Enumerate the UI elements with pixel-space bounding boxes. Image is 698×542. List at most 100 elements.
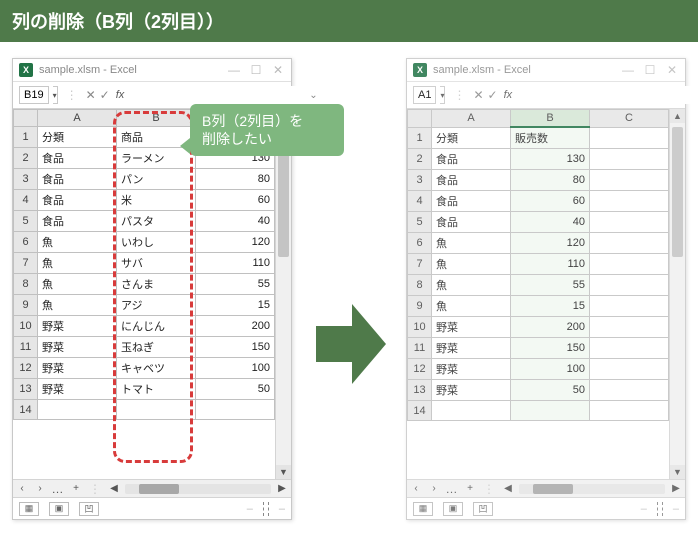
select-all-corner[interactable] (14, 110, 38, 127)
row-header[interactable]: 14 (408, 401, 432, 421)
hscroll-right-button[interactable]: ▶ (667, 483, 685, 494)
cell[interactable]: パスタ (117, 211, 196, 232)
cell[interactable]: 40 (196, 211, 275, 232)
cell[interactable]: 魚 (432, 296, 511, 317)
cell[interactable]: 200 (511, 317, 590, 338)
cell[interactable] (590, 380, 669, 401)
window-close-button[interactable]: ✕ (665, 63, 679, 77)
hscroll-left-button[interactable]: ◀ (499, 483, 517, 494)
cell[interactable]: アジ (117, 295, 196, 316)
tab-scroll-right-button[interactable]: › (31, 483, 49, 494)
row-header[interactable]: 9 (14, 295, 38, 316)
cell[interactable]: いわし (117, 232, 196, 253)
horizontal-scrollbar[interactable] (125, 484, 271, 494)
tab-list-menu-button[interactable]: … (443, 482, 461, 496)
cell[interactable]: 魚 (38, 253, 117, 274)
page-break-view-button[interactable]: 凹 (473, 502, 493, 516)
cell[interactable]: パン (117, 169, 196, 190)
cell[interactable]: 米 (117, 190, 196, 211)
hscroll-left-button[interactable]: ◀ (105, 483, 123, 494)
row-header[interactable]: 13 (408, 380, 432, 401)
cell[interactable]: 野菜 (38, 337, 117, 358)
cell[interactable]: 野菜 (432, 380, 511, 401)
cell[interactable]: 野菜 (38, 379, 117, 400)
cell[interactable] (590, 317, 669, 338)
row-header[interactable]: 2 (14, 148, 38, 169)
cell[interactable]: にんじん (117, 316, 196, 337)
row-header[interactable]: 1 (14, 127, 38, 148)
hscroll-thumb[interactable] (139, 484, 179, 494)
column-header-b[interactable]: B (511, 110, 590, 128)
spreadsheet-grid-before[interactable]: A B C 1分類商品販売数2食品ラーメン1303食品パン804食品米605食品… (13, 109, 275, 479)
cell[interactable]: 食品 (432, 170, 511, 191)
cell[interactable]: 80 (196, 169, 275, 190)
cell[interactable] (38, 400, 117, 420)
row-header[interactable]: 7 (14, 253, 38, 274)
cell[interactable]: 150 (511, 338, 590, 359)
cell[interactable]: 食品 (432, 212, 511, 233)
cell[interactable]: 100 (511, 359, 590, 380)
column-header-b[interactable]: B (117, 110, 196, 127)
cell[interactable]: 15 (511, 296, 590, 317)
scroll-down-button[interactable]: ▼ (670, 465, 685, 479)
scroll-up-button[interactable]: ▲ (670, 109, 685, 123)
cell[interactable]: 野菜 (432, 338, 511, 359)
cell[interactable]: 分類 (38, 127, 117, 148)
cell[interactable]: 食品 (38, 148, 117, 169)
cell[interactable]: 魚 (38, 274, 117, 295)
cell[interactable]: サバ (117, 253, 196, 274)
formula-input[interactable] (128, 86, 305, 104)
row-header[interactable]: 14 (14, 400, 38, 420)
cell[interactable] (590, 275, 669, 296)
normal-view-button[interactable]: ▦ (413, 502, 433, 516)
name-box-dropdown[interactable]: ▾ (53, 86, 58, 104)
new-sheet-button[interactable]: + (67, 483, 85, 494)
cell[interactable]: 玉ねぎ (117, 337, 196, 358)
cell[interactable]: 食品 (38, 211, 117, 232)
row-header[interactable]: 11 (14, 337, 38, 358)
cell[interactable]: 120 (196, 232, 275, 253)
cell[interactable]: トマト (117, 379, 196, 400)
cell[interactable] (590, 254, 669, 275)
cell[interactable]: 魚 (38, 295, 117, 316)
column-header-c[interactable]: C (590, 110, 669, 128)
cell[interactable] (590, 191, 669, 212)
select-all-corner[interactable] (408, 110, 432, 128)
row-header[interactable]: 9 (408, 296, 432, 317)
cell[interactable]: 55 (511, 275, 590, 296)
zoom-slider[interactable] (657, 502, 663, 516)
column-header-a[interactable]: A (432, 110, 511, 128)
cell[interactable] (590, 296, 669, 317)
row-header[interactable]: 4 (408, 191, 432, 212)
name-box[interactable]: B19 (19, 86, 49, 104)
name-box-dropdown[interactable]: ▾ (440, 86, 445, 104)
tab-list-menu-button[interactable]: … (49, 482, 67, 496)
accept-formula-button[interactable]: ✓ (488, 88, 498, 102)
cell[interactable]: 食品 (38, 169, 117, 190)
hscroll-right-button[interactable]: ▶ (273, 483, 291, 494)
row-header[interactable]: 8 (14, 274, 38, 295)
cell[interactable]: 200 (196, 316, 275, 337)
cell[interactable] (590, 170, 669, 191)
row-header[interactable]: 7 (408, 254, 432, 275)
spreadsheet-grid-after[interactable]: A B C 1分類販売数2食品1303食品804食品605食品406魚1207魚… (407, 109, 669, 479)
cell[interactable] (590, 149, 669, 170)
horizontal-scrollbar[interactable] (519, 484, 665, 494)
window-maximize-button[interactable]: ☐ (249, 63, 263, 77)
cell[interactable] (590, 127, 669, 149)
page-break-view-button[interactable]: 凹 (79, 502, 99, 516)
cell[interactable]: 15 (196, 295, 275, 316)
cell[interactable] (590, 401, 669, 421)
row-header[interactable]: 3 (14, 169, 38, 190)
cell[interactable]: 分類 (432, 127, 511, 149)
row-header[interactable]: 4 (14, 190, 38, 211)
cell[interactable]: 魚 (38, 232, 117, 253)
hscroll-thumb[interactable] (533, 484, 573, 494)
cell[interactable]: 120 (511, 233, 590, 254)
cell[interactable] (196, 400, 275, 420)
cell[interactable]: 55 (196, 274, 275, 295)
normal-view-button[interactable]: ▦ (19, 502, 39, 516)
cell[interactable]: 魚 (432, 233, 511, 254)
cell[interactable]: 魚 (432, 254, 511, 275)
row-header[interactable]: 10 (408, 317, 432, 338)
